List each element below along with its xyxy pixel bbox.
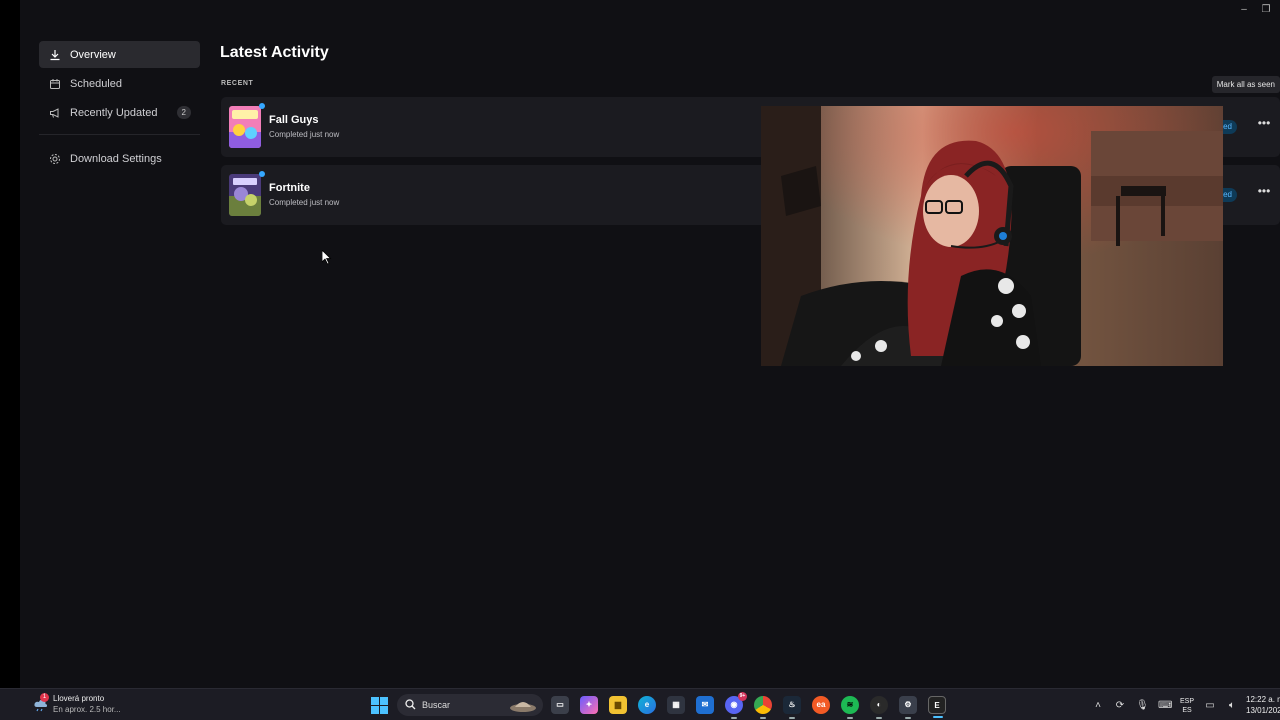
keyboard-layout-code: ES [1182, 707, 1192, 714]
microphone-icon[interactable]: 🎙︎ [1136, 699, 1149, 713]
task-view-icon[interactable]: ▭ [551, 696, 569, 714]
chevron-up-icon[interactable]: ˄ [1092, 699, 1104, 713]
edge-browser-icon[interactable]: e [638, 696, 656, 714]
notification-badge: 9+ [738, 692, 747, 701]
weather-subtitle: En aprox. 2.5 hor... [53, 705, 121, 714]
minimize-button[interactable]: – [1238, 3, 1250, 17]
page-title: Latest Activity [220, 44, 329, 61]
volume-icon[interactable]: 🔈︎ [1226, 699, 1238, 713]
restore-button[interactable]: ❐ [1260, 3, 1272, 17]
microsoft-store-icon[interactable]: ▦ [667, 696, 685, 714]
webcam-overlay [761, 106, 1223, 366]
weather-rain-icon: 1 [33, 693, 49, 712]
chrome-icon[interactable] [754, 696, 772, 719]
copilot-icon[interactable]: ✦ [580, 696, 598, 714]
gear-icon [49, 153, 61, 165]
taskbar-clock[interactable]: 12:22 a. m. 13/01/2025 [1246, 694, 1280, 716]
webcam-video-frame [761, 106, 1223, 366]
epic-games-icon[interactable]: E [928, 696, 946, 718]
search-highlight-icon [509, 697, 537, 713]
sidebar-item-label: Scheduled [70, 77, 122, 90]
game-status-text: Completed just now [269, 198, 340, 207]
sidebar-divider [39, 134, 200, 135]
game-thumbnail-fall-guys [229, 106, 261, 148]
download-icon [49, 49, 61, 61]
sidebar-item-label: Recently Updated [70, 106, 158, 119]
windows-start-icon[interactable] [371, 697, 388, 714]
new-indicator-dot [259, 103, 265, 109]
system-tray: ˄ ⟳ 🎙︎ ⌨ ESP ES ▭ 🔈︎ [1092, 697, 1238, 715]
sidebar-item-overview[interactable]: Overview [39, 41, 200, 68]
weather-alert-badge: 1 [40, 693, 49, 702]
sync-icon[interactable]: ⟳ [1114, 699, 1126, 713]
steam-icon[interactable]: ♨ [783, 696, 801, 719]
mark-all-seen-button[interactable]: Mark all as seen [1211, 76, 1280, 93]
megaphone-icon [49, 107, 61, 119]
section-label-recent: RECENT [221, 80, 254, 87]
game-title: Fall Guys [269, 114, 319, 126]
language-code: ESP [1180, 698, 1195, 705]
sidebar-item-scheduled[interactable]: Scheduled [39, 70, 200, 97]
discord-icon[interactable]: ◉ 9+ [725, 692, 747, 719]
spotify-icon[interactable]: ≋ [841, 696, 859, 719]
mail-icon[interactable]: ✉ [696, 696, 714, 714]
window-controls: – ❐ [1238, 3, 1272, 17]
clock-time: 12:22 a. m. [1246, 695, 1280, 704]
keyboard-icon[interactable]: ⌨ [1158, 699, 1172, 713]
search-icon [405, 698, 416, 712]
settings-icon[interactable]: ⚙ [899, 696, 917, 719]
language-indicator[interactable]: ESP ES [1180, 697, 1194, 715]
sidebar-item-label: Overview [70, 48, 116, 61]
game-title: Fortnite [269, 182, 310, 194]
network-icon[interactable]: ▭ [1204, 699, 1216, 713]
game-thumbnail-fortnite [229, 174, 261, 216]
weather-widget[interactable]: 1 Lloverá pronto En aprox. 2.5 hor... [33, 693, 121, 715]
windows-taskbar: 1 Lloverá pronto En aprox. 2.5 hor... Bu… [0, 688, 1280, 720]
new-indicator-dot [259, 171, 265, 177]
left-edge-strip [0, 0, 20, 688]
search-placeholder: Buscar [422, 700, 451, 710]
downloads-sidebar: Overview Scheduled Recently Updated 2 Do… [39, 41, 200, 174]
mouse-cursor-icon [322, 250, 332, 265]
game-status-text: Completed just now [269, 130, 340, 139]
weather-title: Lloverá pronto [53, 694, 105, 703]
obs-icon[interactable]: ◐ [870, 696, 888, 719]
more-options-icon[interactable]: ••• [1256, 185, 1272, 201]
taskbar-apps: ▭ ✦ ▆ e ▦ ✉ ◉ 9+ ♨ ea ≋ ◐ ⚙ E [551, 692, 946, 719]
sidebar-item-recently-updated[interactable]: Recently Updated 2 [39, 99, 200, 126]
sidebar-item-label: Download Settings [70, 152, 162, 165]
sidebar-item-download-settings[interactable]: Download Settings [39, 145, 200, 172]
count-badge: 2 [176, 106, 191, 119]
ea-app-icon[interactable]: ea [812, 696, 830, 714]
clock-date: 13/01/2025 [1246, 706, 1280, 715]
taskbar-search[interactable]: Buscar [397, 694, 543, 716]
calendar-icon [49, 78, 61, 90]
file-explorer-icon[interactable]: ▆ [609, 696, 627, 714]
more-options-icon[interactable]: ••• [1256, 117, 1272, 133]
